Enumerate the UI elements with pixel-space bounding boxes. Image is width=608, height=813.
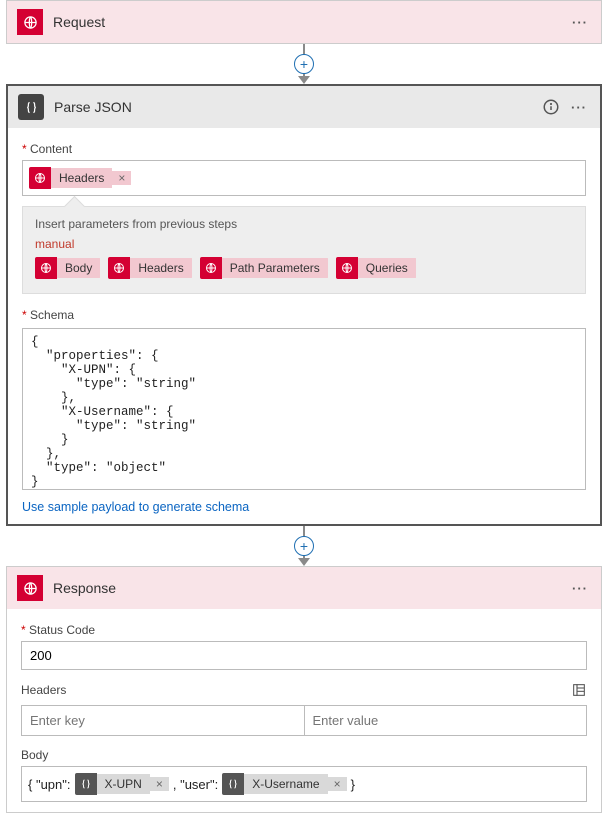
info-icon[interactable] (540, 96, 562, 118)
response-body-section: Status Code Headers Body { "upn": X-UPN … (7, 609, 601, 812)
http-icon (336, 257, 358, 279)
param-path-parameters[interactable]: Path Parameters (200, 257, 328, 279)
param-headers[interactable]: Headers (108, 257, 191, 279)
param-body[interactable]: Body (35, 257, 100, 279)
connector-2: + (0, 526, 608, 566)
headers-label: Headers (21, 683, 66, 697)
response-title: Response (53, 580, 559, 596)
header-key-input[interactable] (21, 705, 304, 736)
token-remove-button[interactable]: × (112, 171, 131, 185)
content-input[interactable]: Headers × (22, 160, 586, 196)
response-card: Response ··· Status Code Headers Body { … (6, 566, 602, 813)
parse-json-header[interactable]: Parse JSON ··· (8, 86, 600, 128)
braces-icon (222, 773, 244, 795)
body-text: { "upn": (28, 777, 71, 792)
params-panel: Insert parameters from previous steps ma… (22, 206, 586, 294)
request-menu-button[interactable]: ··· (569, 11, 591, 33)
http-icon (108, 257, 130, 279)
params-title: Insert parameters from previous steps (35, 217, 573, 231)
token-remove-button[interactable]: × (150, 777, 169, 791)
parse-json-title: Parse JSON (54, 99, 530, 115)
http-icon (17, 9, 43, 35)
params-row: Body Headers Path Parameters Queries (35, 257, 573, 279)
schema-textarea[interactable]: { "properties": { "X-UPN": { "type": "st… (22, 328, 586, 490)
add-step-button[interactable]: + (294, 536, 314, 556)
body-text: } (351, 777, 355, 792)
response-menu-button[interactable]: ··· (569, 577, 591, 599)
param-queries[interactable]: Queries (336, 257, 416, 279)
status-code-input[interactable] (21, 641, 587, 670)
body-input[interactable]: { "upn": X-UPN × , "user": X-Username × … (21, 766, 587, 802)
token-label: Headers (51, 168, 112, 188)
request-title: Request (53, 14, 559, 30)
body-token-xupn[interactable]: X-UPN × (75, 773, 169, 795)
http-icon (17, 575, 43, 601)
add-step-button[interactable]: + (294, 54, 314, 74)
http-icon (200, 257, 222, 279)
connector-1: + (0, 44, 608, 84)
header-kv-row (21, 705, 587, 736)
schema-label: Schema (22, 308, 586, 322)
params-source: manual (35, 237, 573, 251)
request-header[interactable]: Request ··· (7, 1, 601, 43)
content-token-headers[interactable]: Headers × (29, 167, 131, 189)
http-icon (35, 257, 57, 279)
parse-json-menu-button[interactable]: ··· (568, 96, 590, 118)
body-text: , "user": (173, 777, 218, 792)
braces-icon (75, 773, 97, 795)
response-header[interactable]: Response ··· (7, 567, 601, 609)
token-remove-button[interactable]: × (328, 777, 347, 791)
sample-payload-link[interactable]: Use sample payload to generate schema (22, 500, 249, 514)
switch-mode-icon[interactable] (571, 682, 587, 701)
content-label: Content (22, 142, 586, 156)
parse-json-card: Parse JSON ··· Content Headers × Insert … (6, 84, 602, 526)
header-value-input[interactable] (304, 705, 588, 736)
parse-json-body: Content Headers × Insert parameters from… (8, 128, 600, 524)
status-code-label: Status Code (21, 623, 587, 637)
body-label: Body (21, 748, 587, 762)
braces-icon (18, 94, 44, 120)
body-token-xusername[interactable]: X-Username × (222, 773, 346, 795)
http-icon (29, 167, 51, 189)
request-card: Request ··· (6, 0, 602, 44)
